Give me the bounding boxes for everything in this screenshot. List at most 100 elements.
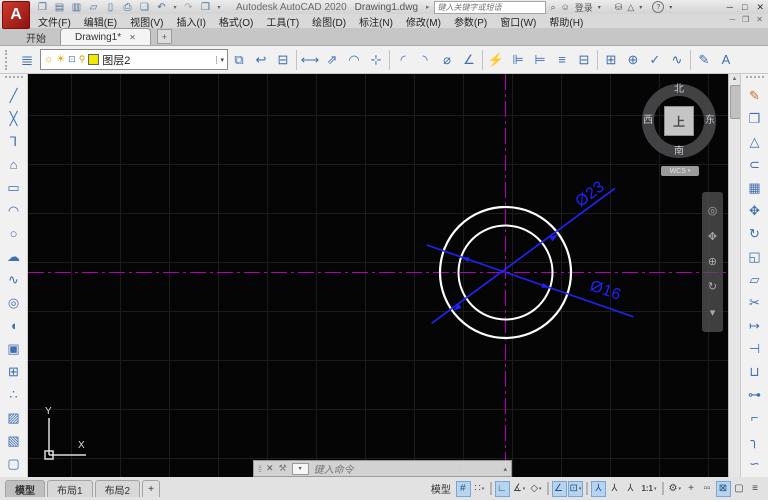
qat-overflow-icon[interactable]: ▾: [216, 1, 222, 13]
workspace-gear-button[interactable]: ⚙▾: [667, 481, 683, 497]
save-as-icon[interactable]: ▥: [70, 1, 83, 13]
layer-properties-button[interactable]: ≣: [14, 48, 40, 72]
dim-jogged-button[interactable]: ◝: [414, 48, 436, 72]
selection-cycling-toggle[interactable]: ▫▫: [700, 481, 715, 497]
dim-aligned-button[interactable]: ⇗: [321, 48, 343, 72]
revcloud-button[interactable]: ☁: [2, 245, 26, 268]
redo-icon[interactable]: ↷: [182, 1, 195, 13]
command-close-icon[interactable]: ✕: [266, 463, 274, 474]
dimension-tool-button[interactable]: [482, 50, 483, 70]
autocad-logo-icon[interactable]: A: [2, 1, 30, 29]
search-flyout-icon[interactable]: ▸: [426, 3, 430, 11]
point-button[interactable]: ∴: [2, 383, 26, 406]
layout-tab-layout2[interactable]: 布局2: [95, 480, 141, 497]
polyline-button[interactable]: ⅂: [2, 130, 26, 153]
menu-window[interactable]: 窗口(W): [500, 14, 536, 29]
fillet-button[interactable]: ╮: [743, 429, 767, 452]
dim-diameter-button[interactable]: ⌀: [436, 48, 458, 72]
dim-ordinate-button[interactable]: ⊹: [365, 48, 387, 72]
gradient-button[interactable]: ▧: [2, 429, 26, 452]
maximize-button[interactable]: □: [742, 2, 747, 13]
layer-dropdown[interactable]: ☼ ☀ ⊡ ⚲ 图层2 ▾: [40, 49, 228, 70]
login-label[interactable]: 登录: [575, 1, 593, 14]
undo-icon[interactable]: ↶: [155, 1, 168, 13]
chamfer-button[interactable]: ⌐: [743, 406, 767, 429]
layer-make-current-button[interactable]: ⧉: [228, 48, 250, 72]
join-button[interactable]: ⊶: [743, 383, 767, 406]
status-toggle[interactable]: [586, 482, 588, 495]
command-recent-icon[interactable]: ▾: [292, 463, 309, 475]
cart-icon[interactable]: ⛁: [615, 2, 623, 13]
wcs-dropdown[interactable]: WCS ▾: [661, 166, 699, 176]
viewcube-west[interactable]: 西: [643, 115, 653, 127]
menu-parametric[interactable]: 参数(P): [454, 14, 487, 29]
scroll-up-arrow-icon[interactable]: ▲: [729, 74, 740, 84]
save-icon[interactable]: ▤: [53, 1, 66, 13]
dim-tolerance-button[interactable]: ⊞: [600, 48, 622, 72]
new-sheet-icon[interactable]: ❏: [138, 1, 151, 13]
line-button[interactable]: ╱: [2, 84, 26, 107]
vertical-scrollbar[interactable]: ▲: [728, 74, 740, 477]
dim-center-mark-button[interactable]: ⊕: [622, 48, 644, 72]
annotation-monitor-toggle[interactable]: ⅄: [623, 481, 638, 497]
dim-baseline-button[interactable]: ⊫: [507, 48, 529, 72]
ellipse-arc-button[interactable]: ◖: [2, 314, 26, 337]
apps-caret-icon[interactable]: ▾: [639, 4, 642, 11]
stretch-button[interactable]: ▱: [743, 268, 767, 291]
layer-states-button[interactable]: ⊟: [272, 48, 294, 72]
polygon-button[interactable]: ⌂: [2, 153, 26, 176]
layer-lock-icon[interactable]: ⚲: [79, 54, 86, 65]
zoom-icon[interactable]: ⊕: [708, 256, 717, 268]
help-icon[interactable]: ?: [652, 1, 664, 13]
trim-button[interactable]: ✂: [743, 291, 767, 314]
dim-text-edit-button[interactable]: A: [715, 48, 737, 72]
dim-inspect-button[interactable]: ✓: [644, 48, 666, 72]
status-toggle[interactable]: [662, 482, 664, 495]
orbit-icon[interactable]: ↻: [708, 281, 717, 293]
ortho-toggle[interactable]: ∟: [495, 481, 510, 497]
blend-button[interactable]: ∽: [743, 452, 767, 475]
menu-dimension[interactable]: 标注(N): [359, 14, 393, 29]
dim-linear-button[interactable]: ⟷: [299, 48, 321, 72]
break-at-point-button[interactable]: ⊣: [743, 337, 767, 360]
dim-angular-button[interactable]: ∠: [458, 48, 480, 72]
viewcube-south[interactable]: 南: [674, 146, 684, 158]
viewcube-north[interactable]: 北: [674, 84, 684, 96]
status-plus-button[interactable]: +: [684, 481, 699, 497]
insert-block-button[interactable]: ▣: [2, 337, 26, 360]
plot-icon[interactable]: ⎙: [121, 1, 134, 13]
isodraft-toggle[interactable]: ◇▾: [528, 481, 543, 497]
login-caret-icon[interactable]: ▾: [598, 4, 601, 11]
menu-file[interactable]: 文件(F): [38, 14, 71, 29]
mobile-device-icon[interactable]: ▯: [104, 1, 117, 13]
menu-help[interactable]: 帮助(H): [549, 14, 583, 29]
layer-dropdown-caret-icon[interactable]: ▾: [216, 56, 224, 64]
menu-tools[interactable]: 工具(T): [266, 14, 299, 29]
new-drawing-tab-button[interactable]: +: [157, 29, 172, 44]
move-button[interactable]: ✥: [743, 199, 767, 222]
break-button[interactable]: ⊔: [743, 360, 767, 383]
open-icon[interactable]: ❐: [36, 1, 49, 13]
erase-button[interactable]: ✎: [743, 84, 767, 107]
toolbar-grip[interactable]: [5, 50, 11, 70]
dim-spacing-button[interactable]: ≡: [551, 48, 573, 72]
layer-on-bulb-icon[interactable]: ☼: [44, 54, 53, 65]
model-space-canvas[interactable]: Ø23 Ø16 Y X 北 南 西 东 上 WCS ▾: [28, 74, 728, 477]
array-button[interactable]: ▦: [743, 176, 767, 199]
search-input[interactable]: [434, 1, 546, 14]
rectangle-button[interactable]: ▭: [2, 176, 26, 199]
command-expand-icon[interactable]: ▴: [503, 465, 507, 473]
dim-jog-line-button[interactable]: ∿: [666, 48, 688, 72]
viewcube[interactable]: 北 南 西 东 上: [642, 84, 716, 158]
annotation-autoscale-toggle[interactable]: ⅄: [607, 481, 622, 497]
command-grip[interactable]: ⁞⁞: [258, 464, 261, 474]
region-button[interactable]: ▢: [2, 452, 26, 475]
model-space-label[interactable]: 模型: [431, 481, 451, 496]
dim-radius-button[interactable]: ◜: [392, 48, 414, 72]
toolbar-grip[interactable]: [5, 76, 23, 82]
hatch-button[interactable]: ▨: [2, 406, 26, 429]
layout-tab-model[interactable]: 模型: [5, 480, 45, 497]
dim-break-button[interactable]: ⊟: [573, 48, 595, 72]
graphics-performance-toggle[interactable]: ⊠: [716, 481, 731, 497]
offset-button[interactable]: ⊂: [743, 153, 767, 176]
